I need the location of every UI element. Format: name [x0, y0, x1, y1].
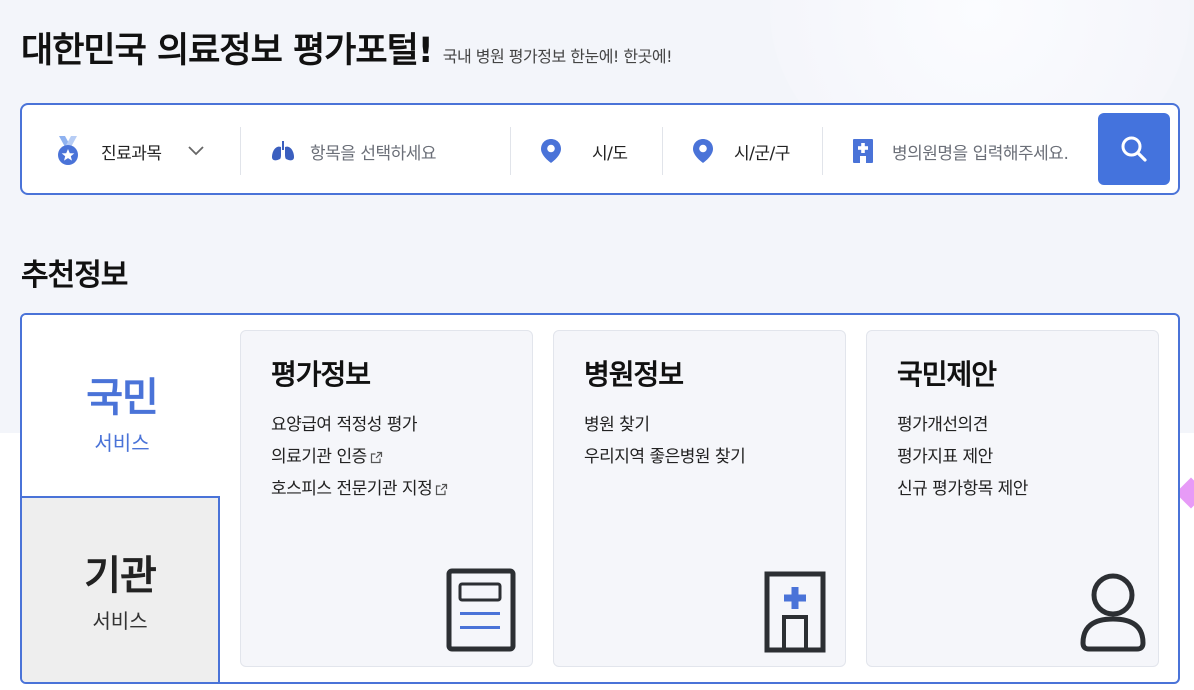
card-link-label: 평가지표 제안 [897, 447, 993, 467]
sigungu-select[interactable]: 시/군/구 [692, 127, 822, 175]
chevron-down-icon [187, 146, 204, 156]
search-button[interactable] [1098, 113, 1170, 185]
sigungu-label: 시/군/구 [734, 143, 790, 164]
sido-label: 시/도 [592, 143, 628, 164]
external-link-icon [370, 451, 383, 464]
document-icon [446, 568, 516, 656]
map-pin-icon [540, 138, 562, 164]
hospital-name-placeholder: 병의원명을 입력해주세요. [892, 143, 1069, 164]
medal-icon [52, 134, 84, 168]
card-link[interactable]: 요양급여 적정성 평가 [271, 409, 448, 441]
divider [822, 127, 823, 175]
tab-org-service[interactable]: 기관 서비스 [22, 496, 220, 682]
page-subtitle: 국내 병원 평가정보 한눈에! 한곳에! [442, 47, 673, 66]
card-link-label: 병원 찾기 [584, 415, 650, 435]
card-link[interactable]: 평가지표 제안 [897, 441, 1028, 473]
lungs-icon [270, 140, 296, 162]
card-link[interactable]: 병원 찾기 [584, 409, 745, 441]
sido-select[interactable]: 시/도 [540, 127, 662, 175]
department-label: 진료과목 [101, 143, 162, 164]
card-link[interactable]: 신규 평가항목 제안 [897, 473, 1028, 505]
card-evaluation: 평가정보 요양급여 적정성 평가 의료기관 인증 호스피스 전문기관 지정 [240, 330, 533, 667]
card-link-label: 의료기관 인증 [271, 447, 367, 467]
item-select[interactable]: 항목을 선택하세요 [270, 127, 510, 175]
person-icon [1079, 571, 1147, 657]
card-link-label: 우리지역 좋은병원 찾기 [584, 447, 746, 467]
tab-org-big: 기관 [84, 552, 157, 599]
card-title: 평가정보 [271, 358, 371, 391]
hospital-name-input[interactable]: 병의원명을 입력해주세요. [852, 127, 1088, 175]
card-link-list: 병원 찾기 우리지역 좋은병원 찾기 [584, 409, 746, 473]
tab-citizen-big: 국민 [86, 374, 159, 421]
card-link[interactable]: 우리지역 좋은병원 찾기 [584, 441, 746, 473]
section-title: 추천정보 [21, 258, 128, 293]
tab-org-small: 서비스 [92, 608, 148, 633]
page-title: 대한민국 의료정보 평가포털! [21, 31, 434, 71]
card-link[interactable]: 평가개선의견 [897, 409, 1028, 441]
card-link-list: 요양급여 적정성 평가 의료기관 인증 호스피스 전문기관 지정 [271, 409, 448, 505]
tab-citizen-service[interactable]: 국민 서비스 [22, 315, 222, 497]
divider [240, 127, 241, 175]
card-link[interactable]: 호스피스 전문기관 지정 [271, 473, 448, 505]
hospital-building-icon [764, 571, 826, 657]
card-title: 국민제안 [897, 358, 997, 391]
card-citizen-proposal: 국민제안 평가개선의견 평가지표 제안 신규 평가항목 제안 [866, 330, 1159, 667]
card-hospital-info: 병원정보 병원 찾기 우리지역 좋은병원 찾기 [553, 330, 846, 667]
department-select[interactable]: 진료과목 [52, 127, 242, 175]
card-link[interactable]: 의료기관 인증 [271, 441, 448, 473]
recommend-panel: 국민 서비스 기관 서비스 평가정보 요양급여 적정성 평가 의료기관 인증 호… [20, 313, 1180, 684]
card-link-label: 신규 평가항목 제안 [897, 479, 1028, 499]
map-pin-icon [692, 138, 714, 164]
card-link-list: 평가개선의견 평가지표 제안 신규 평가항목 제안 [897, 409, 1028, 505]
card-link-label: 호스피스 전문기관 지정 [271, 479, 433, 499]
card-link-label: 평가개선의견 [897, 415, 988, 435]
search-icon [1120, 135, 1148, 163]
card-link-label: 요양급여 적정성 평가 [271, 415, 418, 435]
external-link-icon [435, 483, 448, 496]
card-title: 병원정보 [584, 358, 684, 391]
page-headline: 대한민국 의료정보 평가포털! 국내 병원 평가정보 한눈에! 한곳에! [21, 22, 673, 73]
tab-citizen-small: 서비스 [94, 430, 150, 455]
item-placeholder: 항목을 선택하세요 [310, 143, 437, 164]
divider [662, 127, 663, 175]
search-bar: 진료과목 항목을 선택하세요 시/도 시/군/구 병의원명을 입력해주세요. [20, 103, 1180, 195]
divider [510, 127, 511, 175]
hospital-sign-icon [852, 138, 874, 164]
